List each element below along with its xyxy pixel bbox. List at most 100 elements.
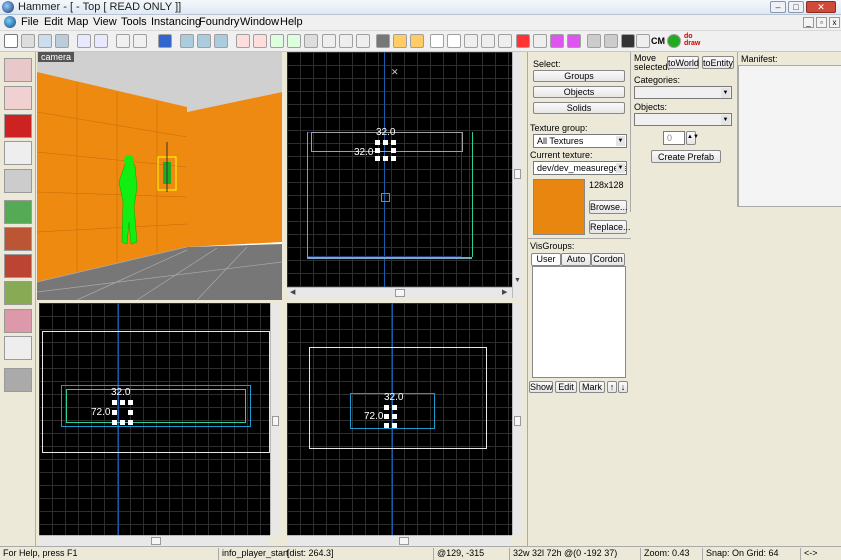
texture-lock-icon[interactable] <box>236 34 250 48</box>
texture-browser-icon[interactable] <box>636 34 650 48</box>
show-button[interactable]: Show <box>529 381 553 393</box>
handle[interactable] <box>383 140 388 145</box>
menu-file[interactable]: File <box>21 16 39 28</box>
texture-group-select[interactable]: All Textures ▼ <box>533 134 627 148</box>
move-down-icon[interactable]: ↓ <box>618 381 628 393</box>
clip-tool-icon[interactable] <box>4 309 32 333</box>
handle[interactable] <box>392 423 397 428</box>
scroll-right-icon[interactable]: ▶ <box>502 288 507 296</box>
objects-select[interactable]: ▼ <box>634 113 732 126</box>
menu-foundry[interactable]: Foundry <box>199 16 239 28</box>
toggle-decals-icon[interactable] <box>567 34 581 48</box>
flip-icon[interactable] <box>304 34 318 48</box>
mdi-close-icon[interactable]: x <box>829 17 840 28</box>
run-map-icon[interactable] <box>667 34 681 48</box>
flip-horizontal-icon[interactable] <box>481 34 495 48</box>
magnify-tool-icon[interactable] <box>4 86 32 110</box>
3d-grid-icon[interactable] <box>21 34 35 48</box>
tab-cordon[interactable]: Cordon <box>591 253 625 266</box>
toggle-helpers-icon[interactable] <box>550 34 564 48</box>
scroll-thumb[interactable] <box>514 416 521 426</box>
front-hscroll[interactable] <box>39 535 270 546</box>
front-vscroll[interactable] <box>270 303 280 535</box>
handle[interactable] <box>112 400 117 405</box>
block-tool-icon[interactable] <box>4 169 32 193</box>
displacement-icon[interactable] <box>533 34 547 48</box>
menu-window[interactable]: Window <box>240 16 279 28</box>
select-groups-button[interactable]: Groups <box>533 70 625 82</box>
texture-lock-scale-icon[interactable] <box>253 34 267 48</box>
edit-button[interactable]: Edit <box>555 381 577 393</box>
flip-vertical-icon[interactable] <box>498 34 512 48</box>
top-hscroll[interactable]: ◀ ▶ <box>287 287 512 298</box>
handle[interactable] <box>375 140 380 145</box>
grid-icon[interactable] <box>4 34 18 48</box>
menu-map[interactable]: Map <box>67 16 88 28</box>
mdi-minimize-icon[interactable]: _ <box>803 17 814 28</box>
tie-to-entity-icon[interactable] <box>393 34 407 48</box>
handle[interactable] <box>391 156 396 161</box>
handle[interactable] <box>112 420 117 425</box>
side-hscroll-thumb[interactable] <box>399 537 409 545</box>
move-to-world-icon[interactable] <box>410 34 424 48</box>
handle[interactable] <box>392 405 397 410</box>
selection-box-icon[interactable] <box>430 34 444 48</box>
mdi-restore-icon[interactable]: ▫ <box>816 17 827 28</box>
handle[interactable] <box>128 420 133 425</box>
decal-tool-icon[interactable] <box>4 254 32 278</box>
to-entity-button[interactable]: toEntity <box>702 56 734 69</box>
menu-instancing[interactable]: Instancing <box>151 16 201 28</box>
select-solids-button[interactable]: Solids <box>533 102 625 114</box>
transform-icon[interactable] <box>464 34 478 48</box>
camera-viewport[interactable]: camera <box>37 52 282 300</box>
replace-button[interactable]: Replace... <box>589 220 631 234</box>
hide-icon[interactable] <box>180 34 194 48</box>
menu-tools[interactable]: Tools <box>121 16 147 28</box>
select-icon[interactable] <box>447 34 461 48</box>
menu-help[interactable]: Help <box>280 16 303 28</box>
handle[interactable] <box>128 400 133 405</box>
path-tool-icon[interactable] <box>4 368 32 392</box>
side-viewport[interactable]: 32.0 72.0 <box>287 303 512 535</box>
categories-select[interactable]: ▼ <box>634 86 732 99</box>
scroll-thumb[interactable] <box>514 169 521 179</box>
side-hscroll[interactable] <box>287 535 512 546</box>
handle[interactable] <box>384 414 389 419</box>
apply-texture-icon[interactable] <box>4 227 32 251</box>
smaller-grid-icon[interactable] <box>38 34 52 48</box>
cm-button[interactable]: CM <box>651 36 665 46</box>
top-side-scroll[interactable]: ▼ <box>512 52 522 298</box>
browse-button[interactable]: Browse... <box>589 200 628 214</box>
toggle-3d-icon[interactable] <box>587 34 601 48</box>
ungroup-icon[interactable] <box>94 34 108 48</box>
scroll-thumb[interactable] <box>272 416 279 426</box>
handle[interactable] <box>392 414 397 419</box>
count-stepper-icon[interactable]: ▲▼ <box>686 131 699 145</box>
create-prefab-button[interactable]: Create Prefab <box>651 150 721 163</box>
scroll-down-icon[interactable]: ▼ <box>514 277 521 284</box>
front-hscroll-thumb[interactable] <box>151 537 161 545</box>
minimize-icon[interactable]: – <box>770 1 786 13</box>
selection-tool-icon[interactable] <box>4 58 32 82</box>
camera-marker-icon[interactable]: ✕ <box>391 67 399 78</box>
top-viewport[interactable]: 32.0 32.0 ✕ <box>287 52 512 287</box>
visgroup-list[interactable] <box>532 266 626 378</box>
handle[interactable] <box>384 405 389 410</box>
handle[interactable] <box>375 156 380 161</box>
side-vscroll[interactable] <box>512 303 522 535</box>
handle[interactable] <box>375 148 380 153</box>
texture-tool-icon[interactable] <box>4 200 32 224</box>
face-align-icon[interactable] <box>270 34 284 48</box>
handle[interactable] <box>384 423 389 428</box>
maximize-icon[interactable]: □ <box>788 1 804 13</box>
handle[interactable] <box>120 420 125 425</box>
cut-icon[interactable] <box>322 34 336 48</box>
ignore-groups-icon[interactable] <box>214 34 228 48</box>
group-icon[interactable] <box>77 34 91 48</box>
mark-button[interactable]: Mark <box>579 381 605 393</box>
manifest-list[interactable] <box>738 65 841 207</box>
handle[interactable] <box>391 140 396 145</box>
handle[interactable] <box>391 148 396 153</box>
show-icon[interactable] <box>197 34 211 48</box>
lightmap-grid-icon[interactable] <box>621 34 635 48</box>
